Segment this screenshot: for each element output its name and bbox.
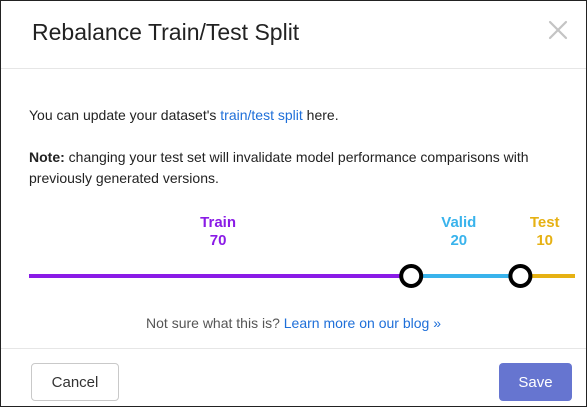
- note-label: Note:: [29, 149, 65, 165]
- double-chevron-right-icon: »: [433, 315, 441, 331]
- close-icon: [548, 20, 568, 40]
- help-text: Not sure what this is? Learn more on our…: [1, 315, 586, 331]
- valid-label-name: Valid: [441, 214, 477, 231]
- valid-label-value: 20: [450, 232, 468, 249]
- train-split-label: Train 70: [178, 214, 258, 250]
- intro-text-after: here.: [302, 107, 339, 123]
- help-text-prefix: Not sure what this is?: [146, 315, 284, 331]
- dialog-header: Rebalance Train/Test Split: [1, 1, 586, 69]
- rebalance-dialog: Rebalance Train/Test Split You can updat…: [0, 0, 587, 407]
- save-button[interactable]: Save: [499, 363, 572, 401]
- split-slider[interactable]: [29, 259, 575, 291]
- blog-link[interactable]: Learn more on our blog »: [284, 315, 441, 331]
- train-valid-handle[interactable]: [399, 264, 424, 288]
- train-test-split-link[interactable]: train/test split: [220, 107, 302, 123]
- intro-text-before: You can update your dataset's: [29, 107, 221, 123]
- note-body: changing your test set will invalidate m…: [29, 149, 529, 186]
- valid-test-handle[interactable]: [508, 264, 533, 288]
- test-label-name: Test: [529, 214, 560, 231]
- note-text: Note: changing your test set will invali…: [29, 147, 549, 189]
- intro-text: You can update your dataset's train/test…: [29, 107, 339, 123]
- train-label-value: 70: [209, 232, 227, 249]
- test-split-label: Test 10: [505, 214, 585, 250]
- blog-link-label: Learn more on our blog: [283, 315, 430, 331]
- dialog-title: Rebalance Train/Test Split: [32, 19, 300, 45]
- close-button[interactable]: [544, 16, 572, 44]
- train-label-name: Train: [200, 214, 237, 231]
- cancel-button[interactable]: Cancel: [31, 363, 119, 401]
- dialog-footer: Cancel Save: [1, 348, 586, 406]
- valid-split-label: Valid 20: [419, 214, 499, 250]
- test-label-value: 10: [536, 232, 554, 249]
